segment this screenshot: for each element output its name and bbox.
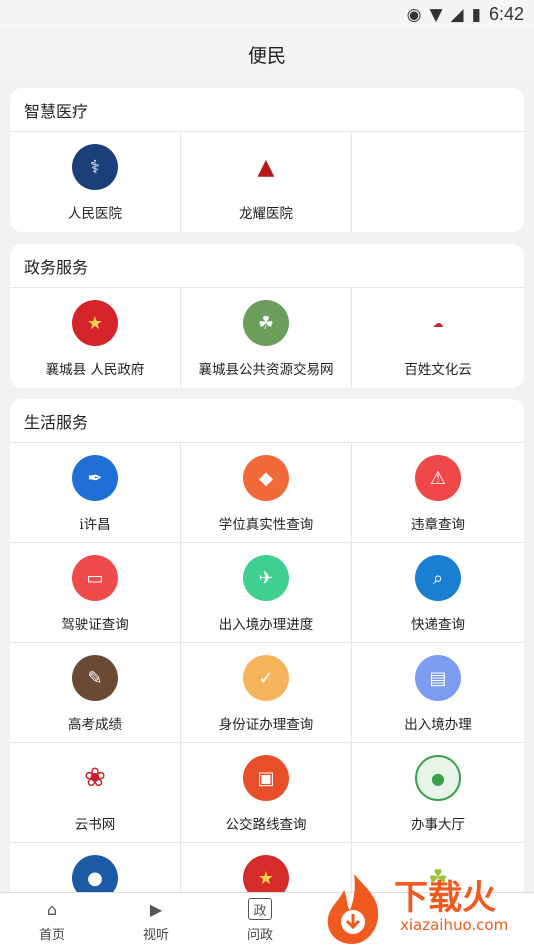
service-item-driver-license-query[interactable]: ▭ 驾驶证查询: [10, 543, 181, 643]
tab-label: 视听: [142, 928, 169, 943]
service-label: 高考成绩: [68, 717, 122, 733]
baixing-wenhua-logo-icon: ☁: [415, 300, 461, 346]
status-icons: ◉ ▼ ◢ ▮ 6:42: [407, 4, 524, 25]
service-item-id-card-query[interactable]: ✓ 身份证办理查询: [181, 643, 352, 743]
status-bar: ◉ ▼ ◢ ▮ 6:42: [0, 0, 534, 28]
bianmin-bubble-icon: ●: [415, 755, 461, 801]
battery-icon: ▮: [471, 4, 481, 25]
service-label: 办事大厅: [411, 817, 465, 833]
tab-label: 首页: [38, 928, 65, 943]
service-item-longyao-hospital[interactable]: ▲ 龙耀医院: [181, 132, 352, 232]
service-label: 出入境办理进度: [218, 617, 314, 633]
home-icon: ⌂: [46, 899, 58, 919]
service-label: 违章查询: [411, 517, 465, 533]
tab-home[interactable]: ⌂ 首页: [0, 893, 104, 948]
service-grid: ★ 襄城县 人民政府 ☘ 襄城县公共资源交易网 ☁ 百姓文化云: [10, 288, 524, 388]
passport-icon: ▤: [415, 655, 461, 701]
service-item-service-hall[interactable]: ● 办事大厅: [352, 743, 524, 843]
service-label: 襄城县 人民政府: [45, 362, 145, 378]
tv-icon: ▶: [149, 899, 163, 919]
service-label: 百姓文化云: [404, 362, 472, 378]
service-label: 龙耀医院: [239, 206, 293, 222]
zheng-icon: 政: [248, 898, 272, 920]
yunshu-logo-icon: ❀: [72, 755, 118, 801]
service-item-partial[interactable]: ●: [10, 843, 181, 899]
tab-label: 问政: [246, 928, 273, 943]
service-label: 人民医院: [68, 206, 122, 222]
section-title: 智慧医疗: [10, 88, 524, 132]
service-label: i许昌: [79, 517, 111, 533]
service-grid: ✒ i许昌 ◆ 学位真实性查询 ⚠ 违章查询 ▭ 驾驶证查询 ✈ 出入境办理进度…: [10, 443, 524, 899]
service-item-gaokao-score[interactable]: ✎ 高考成绩: [10, 643, 181, 743]
service-item-exit-entry[interactable]: ▤ 出入境办理: [352, 643, 524, 743]
service-item-renmin-hospital[interactable]: ⚕ 人民医院: [10, 132, 181, 232]
service-label: 云书网: [74, 817, 116, 833]
service-item-degree-verification[interactable]: ◆ 学位真实性查询: [181, 443, 352, 543]
wifi-icon: ▼: [429, 4, 443, 25]
graduation-cap-icon: ◆: [243, 455, 289, 501]
section-title: 生活服务: [10, 399, 524, 443]
service-item-express-query[interactable]: ⌕ 快递查询: [352, 543, 524, 643]
service-label: 快递查询: [411, 617, 465, 633]
service-label: 公交路线查询: [225, 817, 307, 833]
section-life-services: 生活服务 ✒ i许昌 ◆ 学位真实性查询 ⚠ 违章查询 ▭ 驾驶证查询 ✈ 出入…: [10, 399, 524, 899]
longyao-logo-icon: ▲: [243, 144, 289, 190]
section-government: 政务服务 ★ 襄城县 人民政府 ☘ 襄城县公共资源交易网 ☁ 百姓文化云: [10, 244, 524, 388]
location-icon: ◉: [406, 4, 422, 25]
id-card-icon: ✓: [243, 655, 289, 701]
watermark-url: xiazaihuo.com: [400, 916, 509, 934]
service-label: 驾驶证查询: [61, 617, 129, 633]
section-title: 政务服务: [10, 244, 524, 288]
service-item-county-government[interactable]: ★ 襄城县 人民政府: [10, 288, 181, 388]
service-item-public-resource-trading[interactable]: ☘ 襄城县公共资源交易网: [181, 288, 352, 388]
service-item-bus-route[interactable]: ▣ 公交路线查询: [181, 743, 352, 843]
ixuchang-icon: ✒: [72, 455, 118, 501]
express-search-icon: ⌕: [415, 555, 461, 601]
service-item-exit-entry-progress[interactable]: ✈ 出入境办理进度: [181, 543, 352, 643]
bus-icon: ▣: [243, 755, 289, 801]
driver-license-icon: ▭: [72, 555, 118, 601]
page-title: 便民: [247, 44, 286, 67]
service-label: 学位真实性查询: [218, 517, 314, 533]
status-time: 6:42: [488, 4, 524, 24]
tab-video[interactable]: ▶ 视听: [104, 893, 208, 948]
service-label: 身份证办理查询: [218, 717, 314, 733]
section-smart-medical: 智慧医疗 ⚕ 人民医院 ▲ 龙耀医院: [10, 88, 524, 232]
watermark: 下载火 xiazaihuo.com: [314, 868, 534, 948]
service-item-baixing-culture-cloud[interactable]: ☁ 百姓文化云: [352, 288, 524, 388]
national-emblem-icon: ★: [72, 300, 118, 346]
app-header: 便民: [0, 28, 534, 80]
signal-icon: ◢: [450, 4, 464, 25]
service-grid: ⚕ 人民医院 ▲ 龙耀医院: [10, 132, 524, 232]
service-item-ixuchang[interactable]: ✒ i许昌: [10, 443, 181, 543]
service-item-yunshu[interactable]: ❀ 云书网: [10, 743, 181, 843]
airplane-icon: ✈: [243, 555, 289, 601]
exam-score-icon: ✎: [72, 655, 118, 701]
leaf-photo-icon: ☘: [243, 300, 289, 346]
violation-icon: ⚠: [415, 455, 461, 501]
watermark-text: 下载火: [394, 878, 496, 918]
service-label: 襄城县公共资源交易网: [198, 362, 334, 378]
service-item-empty: [352, 132, 524, 232]
service-label: 出入境办理: [404, 717, 472, 733]
service-item-violation-query[interactable]: ⚠ 违章查询: [352, 443, 524, 543]
tab-wenzheng[interactable]: 政 问政: [208, 893, 312, 948]
flame-logo-icon: [327, 874, 379, 944]
hospital-emblem-icon: ⚕: [72, 144, 118, 190]
